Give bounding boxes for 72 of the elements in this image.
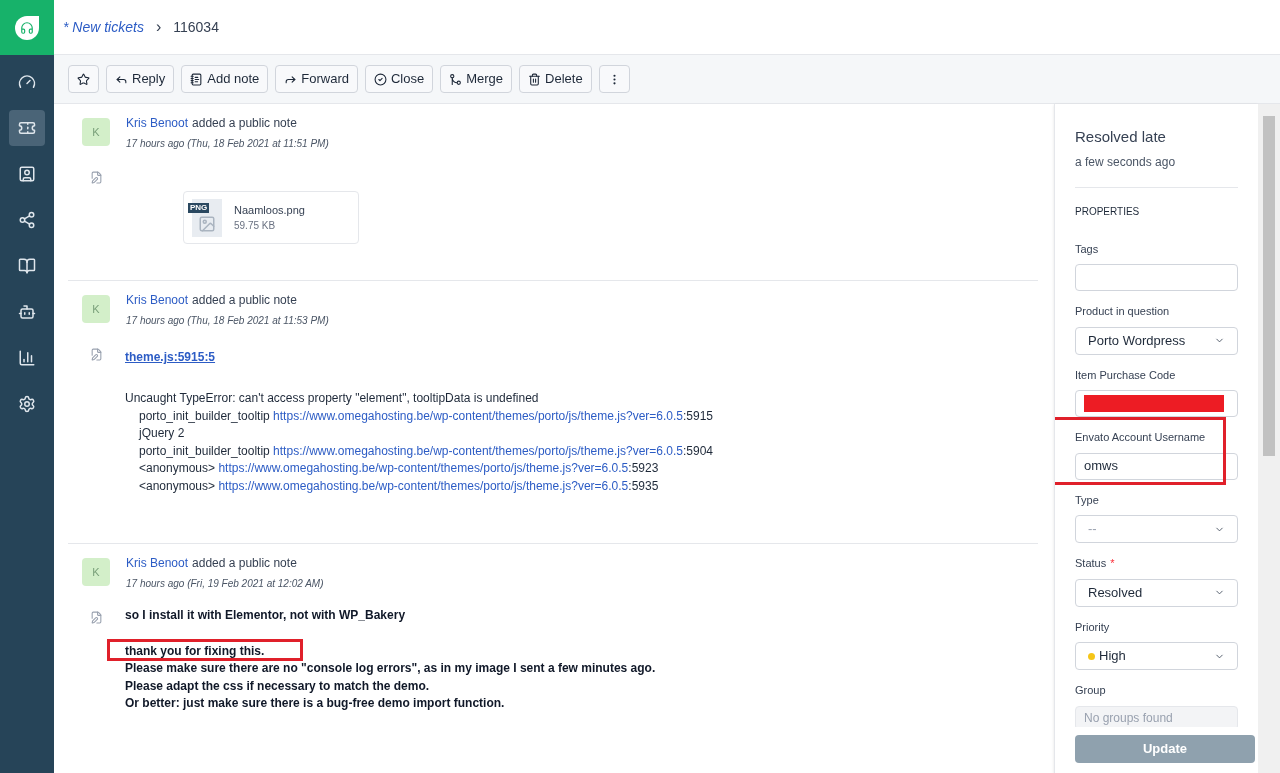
field-label: Priority bbox=[1075, 619, 1110, 635]
select-field[interactable]: Porto Wordpress bbox=[1075, 326, 1238, 355]
field-label: Envato Account Username bbox=[1075, 430, 1206, 445]
note-action: added a public note bbox=[192, 115, 297, 132]
source-link[interactable]: https://www.omegahosting.be/wp-content/themes/porto/js/theme.js?ver=6.0.5 bbox=[273, 443, 683, 458]
toolbar-button[interactable]: Delete bbox=[519, 65, 592, 93]
breadcrumb-link[interactable]: * New tickets bbox=[63, 16, 144, 38]
author-link[interactable]: Kris Benoot bbox=[126, 114, 189, 132]
ticket-icon[interactable] bbox=[9, 110, 45, 146]
note-text: so I install it with Elementor, not with WP_Bakery bbox=[125, 608, 406, 622]
required-mark: * bbox=[1110, 556, 1115, 571]
toolbar-button[interactable]: Forward bbox=[275, 65, 358, 93]
section-title: PROPERTIES bbox=[1075, 204, 1141, 219]
note-action: added a public note bbox=[192, 555, 297, 572]
star-icon bbox=[77, 72, 90, 86]
avatar: K bbox=[82, 558, 110, 586]
status-time: a few seconds ago bbox=[1075, 152, 1238, 188]
stack-frame: porto_init_builder_tooltip https://www.omegahosting.be/wp-content/themes/porto/js/theme.js?ver=6.0.5:5915 bbox=[125, 407, 1038, 425]
source-link[interactable]: https://www.omegahosting.be/wp-content/themes/porto/js/theme.js?ver=6.0.5 bbox=[273, 408, 683, 423]
file-size: 59.75 KB bbox=[234, 219, 277, 234]
trash-icon bbox=[528, 72, 542, 86]
note-text: Or better: just make sure there is a bug-free demo import function. bbox=[125, 696, 505, 710]
source-link[interactable]: https://www.omegahosting.be/wp-content/themes/porto/js/theme.js?ver=6.0.5 bbox=[218, 478, 629, 493]
status-title: Resolved late bbox=[1075, 127, 1167, 147]
author-link[interactable]: Kris Benoot bbox=[126, 554, 189, 572]
toolbar-button[interactable]: Merge bbox=[440, 65, 513, 93]
stack-frame: <anonymous> https://www.omegahosting.be/wp-content/themes/porto/js/theme.js?ver=6.0.5:5923 bbox=[125, 460, 1038, 478]
author-link[interactable]: Kris Benoot bbox=[126, 291, 189, 309]
attachment-card[interactable]: PNG Naamloos.png 59.75 KB bbox=[183, 191, 359, 244]
breadcrumb-separator: › bbox=[154, 17, 163, 37]
ticket-number: 116034 bbox=[173, 17, 219, 37]
note-icon bbox=[90, 171, 103, 184]
image-icon bbox=[198, 214, 216, 233]
field-label: Group bbox=[1075, 683, 1106, 698]
note-text: thank you for fixing this. bbox=[125, 643, 265, 658]
field-label: Product in question bbox=[1075, 304, 1170, 319]
merge-icon bbox=[449, 72, 463, 86]
avatar: K bbox=[82, 118, 110, 146]
app-logo[interactable] bbox=[0, 0, 54, 55]
file-name: Naamloos.png bbox=[234, 202, 305, 218]
note-icon bbox=[90, 348, 103, 361]
toolbar-button[interactable]: Close bbox=[365, 65, 434, 93]
field-label: Item Purchase Code bbox=[1075, 367, 1176, 383]
note-text: Please make sure there are no "console log errors", as in my image I sent a few minutes ago. bbox=[125, 661, 656, 675]
disabled-field: No groups found bbox=[1075, 705, 1238, 727]
text-field[interactable]: omws bbox=[1075, 452, 1238, 480]
file-type-badge: PNG bbox=[188, 202, 210, 213]
note-time: 17 hours ago (Thu, 18 Feb 2021 at 11:51 PM) bbox=[126, 137, 329, 151]
star-button[interactable] bbox=[68, 65, 99, 93]
note-time: 17 hours ago (Thu, 18 Feb 2021 at 11:53 PM) bbox=[126, 314, 329, 328]
stack-frame: porto_init_builder_tooltip https://www.omegahosting.be/wp-content/themes/porto/js/theme.js?ver=6.0.5:5904 bbox=[125, 442, 1038, 460]
text-field[interactable] bbox=[1075, 264, 1238, 291]
source-link[interactable]: https://www.omegahosting.be/wp-content/themes/porto/js/theme.js?ver=6.0.5 bbox=[218, 461, 629, 475]
note-icon bbox=[190, 72, 204, 86]
note-icon bbox=[90, 611, 103, 624]
field-label: Type bbox=[1075, 492, 1099, 508]
purchase-code-field[interactable] bbox=[1075, 390, 1238, 417]
stack-frame: jQuery 2 bbox=[125, 425, 1038, 443]
stack-frame: <anonymous> https://www.omegahosting.be/wp-content/themes/porto/js/theme.js?ver=6.0.5:5935 bbox=[125, 477, 1038, 495]
file-link[interactable]: theme.js:5915:5 bbox=[125, 348, 216, 366]
note-action: added a public note bbox=[192, 292, 297, 309]
field-label: Status bbox=[1075, 556, 1107, 571]
check-icon bbox=[374, 72, 387, 86]
select-field[interactable]: High bbox=[1075, 642, 1238, 670]
avatar: K bbox=[82, 295, 110, 323]
note-text: Please adapt the css if necessary to match the demo. bbox=[125, 678, 430, 693]
field-label: Tags bbox=[1075, 241, 1099, 257]
error-message: Uncaught TypeError: can't access property "element", tooltipData is undefined bbox=[125, 390, 540, 407]
select-field[interactable]: Resolved bbox=[1075, 578, 1238, 607]
toolbar-button[interactable]: Add note bbox=[181, 65, 269, 93]
note-time: 17 hours ago (Fri, 19 Feb 2021 at 12:02 AM) bbox=[126, 577, 324, 591]
toolbar-button[interactable]: Reply bbox=[106, 65, 175, 93]
